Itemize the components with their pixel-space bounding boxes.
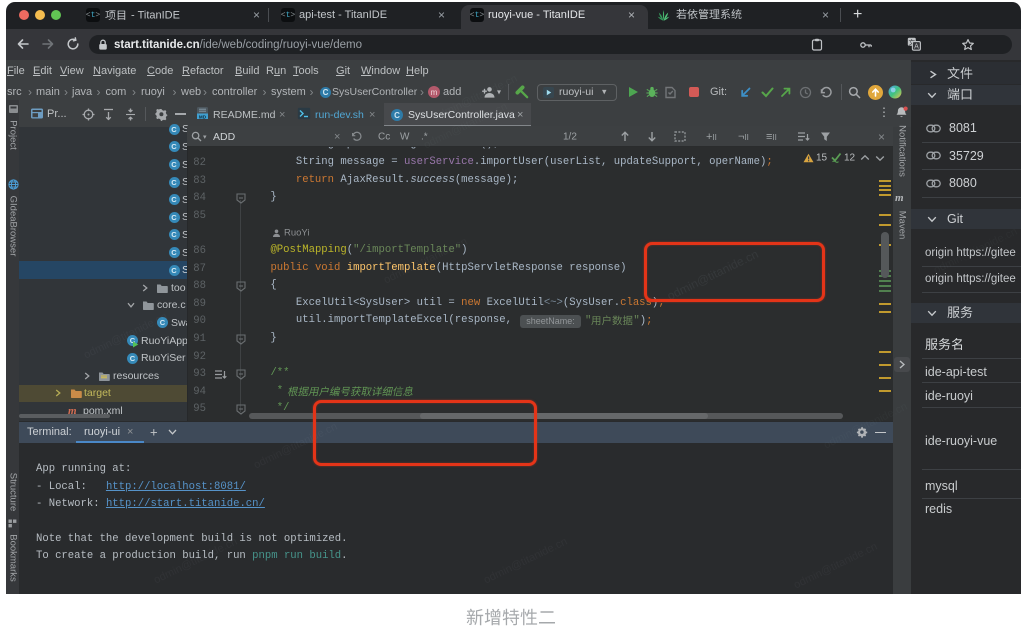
svg-text:A: A <box>914 43 919 50</box>
svg-text:MD: MD <box>199 114 207 119</box>
